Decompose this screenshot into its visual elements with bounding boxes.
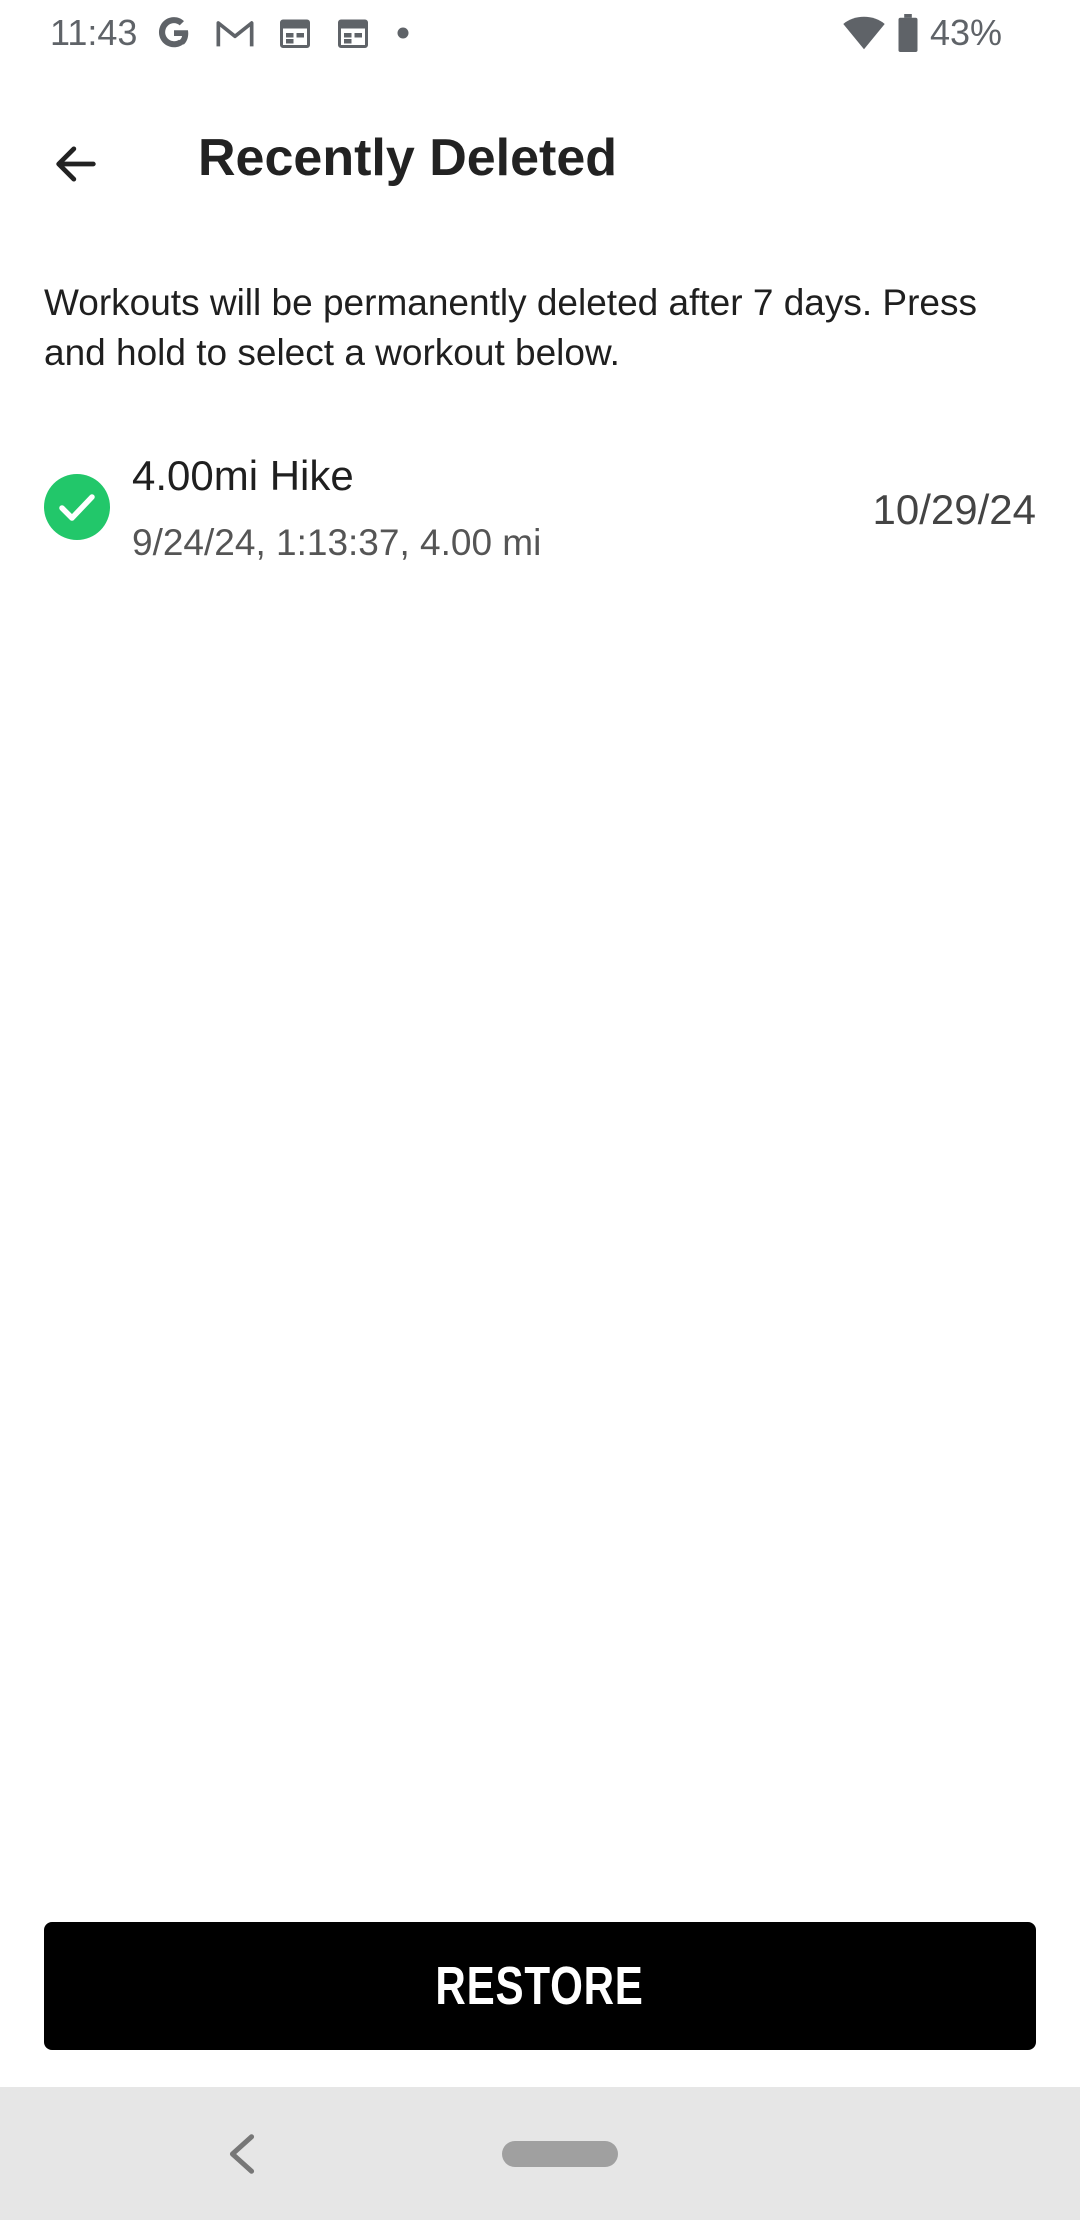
status-right: 43%: [842, 12, 1002, 54]
system-nav-bar: [0, 2087, 1080, 2220]
battery-percentage: 43%: [929, 12, 1002, 53]
deleted-date: 10/29/24: [872, 486, 1037, 533]
page-title: Recently Deleted: [198, 129, 618, 187]
check-circle-icon[interactable]: [44, 474, 110, 540]
notification-icons: [155, 14, 413, 52]
info-text: Workouts will be permanently deleted aft…: [44, 282, 977, 373]
nav-back-icon[interactable]: [222, 2131, 262, 2177]
calendar-icon: [280, 19, 310, 48]
workout-details: 9/24/24, 1:13:37, 4.00 mi: [132, 522, 542, 563]
status-bar: 11:43 43%: [0, 0, 1080, 66]
list-item[interactable]: 4.00mi Hike 9/24/24, 1:13:37, 4.00 mi 10…: [0, 440, 1080, 590]
back-button[interactable]: [36, 124, 116, 204]
wifi-icon: [843, 16, 885, 50]
gmail-icon: [216, 21, 254, 47]
battery-icon: [898, 14, 918, 52]
nav-home-pill[interactable]: [502, 2141, 618, 2167]
workout-title: 4.00mi Hike: [132, 452, 354, 499]
app-bar: Recently Deleted: [0, 110, 1080, 210]
restore-button-label: RESTORE: [435, 1956, 645, 2016]
google-icon: [158, 17, 189, 48]
status-time: 11:43: [50, 12, 138, 53]
arrow-left-icon: [56, 146, 96, 182]
restore-button[interactable]: RESTORE: [44, 1922, 1036, 2050]
dot-icon: [397, 27, 409, 39]
calendar-icon: [338, 19, 368, 48]
